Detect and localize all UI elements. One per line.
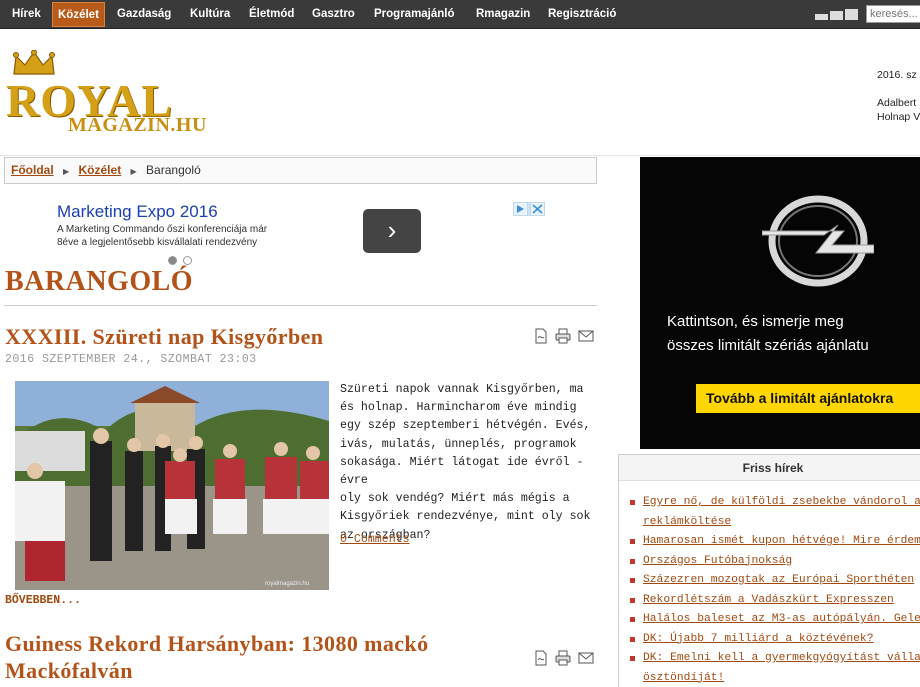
banner-text: összes limitált szériás ajánlatu — [667, 337, 869, 354]
news-link[interactable]: Rekordlétszám a Vadászkürt Expresszen — [643, 594, 894, 606]
nav-item-kozelet[interactable]: Közélet — [52, 2, 105, 27]
breadcrumb: Főoldal ▶ Közélet ▶ Barangoló — [4, 157, 597, 184]
news-link[interactable]: ösztöndíját! — [643, 672, 724, 684]
article-title[interactable]: XXXIII. Szüreti nap Kisgyőrben — [5, 323, 323, 350]
article-tools — [533, 328, 597, 344]
ad-dot-active[interactable] — [168, 256, 177, 265]
svg-text:royalmagazin.hu: royalmagazin.hu — [265, 581, 309, 587]
nameday-today: Adalbert — [877, 97, 917, 109]
ad-dot[interactable] — [183, 256, 192, 265]
banner-cta-button[interactable]: Tovább a limitált ajánlatokra — [696, 384, 920, 413]
breadcrumb-section[interactable]: Közélet — [79, 163, 122, 177]
nav-item-hirek[interactable]: Hírek — [7, 0, 46, 29]
article-text-line: sokasága. Miért látogat ide évről - évre — [340, 455, 584, 488]
ad-title[interactable]: Marketing Expo 2016 — [57, 202, 218, 222]
article-text-line: ivás, mulatás, ünneplés, programok — [340, 437, 577, 451]
nav-item-gazdasag[interactable]: Gazdaság — [112, 0, 176, 29]
list-item-continuation[interactable]: ösztöndíját! — [625, 669, 920, 687]
news-link[interactable]: Hamarosan ismét kupon hétvége! Mire érde… — [643, 535, 920, 547]
news-link[interactable]: DK: Emelni kell a gyermekgyógyítást váll… — [643, 652, 920, 664]
article-date: 2016 SZEPTEMBER 24., SZOMBAT 23:03 — [5, 353, 257, 366]
news-link[interactable]: Egyre nő, de külföldi zsebekbe vándorol … — [643, 496, 920, 508]
crown-icon — [13, 50, 55, 75]
article-title-continued[interactable]: Mackófalván — [5, 657, 133, 684]
news-link[interactable]: reklámköltése — [643, 516, 731, 528]
list-item[interactable]: DK: Emelni kell a gyermekgyógyítást váll… — [625, 649, 920, 669]
list-item-continuation[interactable]: reklámköltése — [625, 513, 920, 533]
article-photo[interactable]: royalmagazin.hu — [15, 381, 329, 590]
ad-text-line: A Marketing Commando őszi konferenciája … — [57, 224, 268, 235]
print-icon[interactable] — [555, 650, 571, 666]
article-text-line: egy szép szeptemberi hétvégén. Evés, — [340, 419, 591, 433]
email-icon[interactable] — [578, 650, 594, 666]
opel-logo-icon — [762, 195, 874, 287]
nav-item-kultura[interactable]: Kultúra — [185, 0, 235, 29]
list-item[interactable]: Rekordlétszám a Vadászkürt Expresszen — [625, 591, 920, 611]
page-title: BARANGOLÓ — [5, 266, 194, 297]
read-more-link[interactable]: BŐVEBBEN... — [5, 594, 81, 607]
nav-item-rmagazin[interactable]: Rmagazin — [471, 0, 535, 29]
site-logo[interactable]: ROYAL MAGAZIN.HU — [6, 50, 206, 142]
nameday-tomorrow: Holnap V — [877, 111, 920, 123]
current-date: 2016. sz — [877, 69, 917, 81]
news-link[interactable]: DK: Újabb 7 milliárd a köztévének? — [643, 633, 874, 645]
news-link[interactable]: Százezren mozogtak az Európai Sporthéten — [643, 574, 914, 586]
article-text-line: Kisgyőriek rendezvénye, mint oly sok — [340, 510, 591, 524]
article-excerpt: Szüreti napok vannak Kisgyőrben, ma és h… — [340, 381, 596, 545]
list-item[interactable]: Százezren mozogtak az Európai Sporthéten — [625, 571, 920, 591]
news-link[interactable]: Országos Futóbajnokság — [643, 555, 792, 567]
font-size-icon[interactable] — [815, 9, 860, 20]
email-icon[interactable] — [578, 328, 594, 344]
logo-subtext: MAGAZIN.HU — [68, 114, 207, 136]
print-icon[interactable] — [555, 328, 571, 344]
list-item[interactable]: Egyre nő, de külföldi zsebekbe vándorol … — [625, 493, 920, 513]
latest-news-box: Friss hírek Egyre nő, de külföldi zsebek… — [618, 454, 920, 687]
latest-news-title: Friss hírek — [619, 455, 920, 481]
pdf-icon[interactable] — [533, 328, 549, 344]
breadcrumb-current: Barangoló — [146, 163, 201, 177]
top-navigation: Hírek Közélet Gazdaság Kultúra Életmód G… — [0, 0, 920, 29]
list-item[interactable]: Halálos baleset az M3-as autópályán. Gel… — [625, 610, 920, 630]
ad-next-button[interactable]: › — [363, 209, 421, 253]
list-item[interactable]: Hamarosan ismét kupon hétvége! Mire érde… — [625, 532, 920, 552]
search-input[interactable] — [866, 5, 920, 23]
nav-item-eletmod[interactable]: Életmód — [244, 0, 299, 29]
list-item[interactable]: DK: Újabb 7 milliárd a köztévének? — [625, 630, 920, 650]
nav-item-programajanlo[interactable]: Programajánló — [369, 0, 460, 29]
breadcrumb-separator-icon: ▶ — [130, 167, 137, 176]
nav-item-regisztracio[interactable]: Regisztráció — [543, 0, 621, 29]
text-ad[interactable]: Marketing Expo 2016 A Marketing Commando… — [57, 200, 547, 262]
breadcrumb-home[interactable]: Főoldal — [11, 163, 54, 177]
article-title[interactable]: Guiness Rekord Harsányban: 13080 mackó — [5, 630, 428, 657]
banner-ad[interactable]: Kattintson, és ismerje meg összes limitá… — [640, 157, 920, 449]
adchoices-icon[interactable] — [513, 202, 545, 216]
latest-news-list: Egyre nő, de külföldi zsebekbe vándorol … — [625, 493, 920, 687]
article-text-line: és holnap. Harmincharom éve mindig — [340, 401, 577, 415]
list-item[interactable]: Országos Futóbajnokság — [625, 552, 920, 572]
article-text-line: oly sok vendég? Miért más mégis a — [340, 492, 570, 506]
pdf-icon[interactable] — [533, 650, 549, 666]
ad-text-line: 8éve a legjelentősebb kisvállalati rende… — [57, 237, 258, 248]
article-text-line: Szüreti napok vannak Kisgyőrben, ma — [340, 383, 584, 396]
news-link[interactable]: Halálos baleset az M3-as autópályán. Gel… — [643, 613, 920, 625]
banner-text: Kattintson, és ismerje meg — [667, 313, 844, 330]
breadcrumb-separator-icon: ▶ — [63, 167, 70, 176]
site-header: ROYAL MAGAZIN.HU 2016. sz Adalbert Holna… — [0, 30, 920, 156]
comments-link[interactable]: 0 Comments — [340, 533, 410, 546]
divider — [4, 305, 597, 306]
article-tools — [533, 650, 597, 666]
nav-item-gasztro[interactable]: Gasztro — [307, 0, 360, 29]
